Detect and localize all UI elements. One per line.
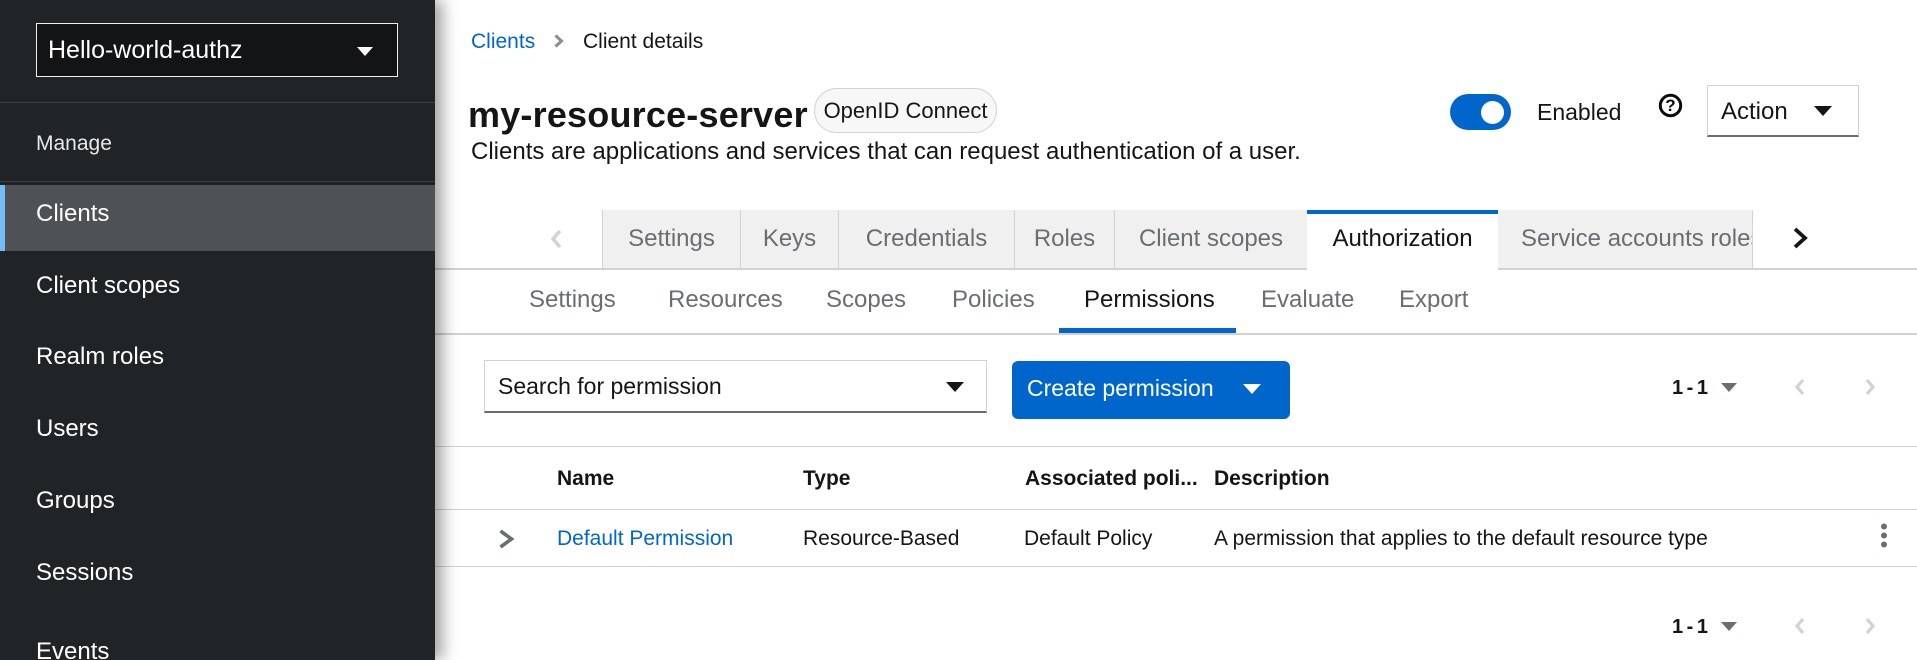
svg-text:?: ? [1665, 96, 1675, 115]
